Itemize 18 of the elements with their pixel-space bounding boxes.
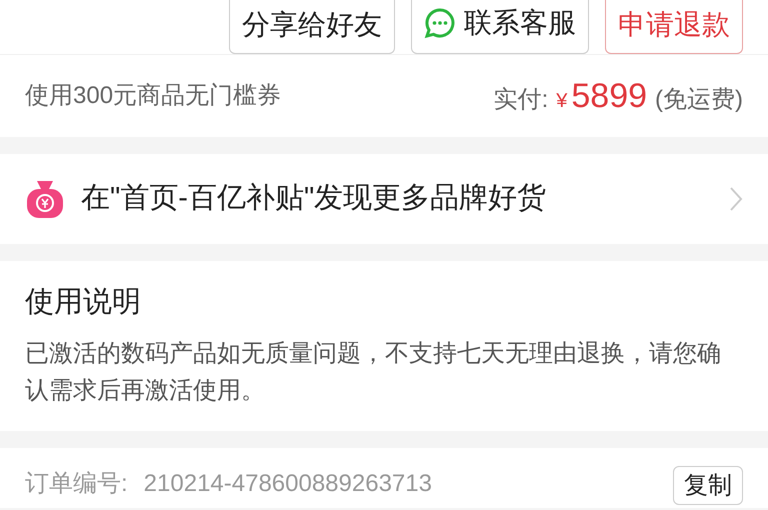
copy-button[interactable]: 复制: [673, 466, 743, 506]
customer-service-button[interactable]: 联系客服: [411, 0, 589, 54]
coupon-text: 使用300元商品无门槛券: [25, 81, 282, 111]
money-bag-icon: [25, 179, 65, 219]
promo-banner[interactable]: 在"首页-百亿补贴"发现更多品牌好货: [0, 154, 768, 244]
refund-button[interactable]: 申请退款: [605, 0, 743, 54]
order-number: 210214-478600889263713: [144, 468, 432, 499]
promo-text: 在"首页-百亿补贴"发现更多品牌好货: [81, 181, 548, 216]
currency-symbol: ¥: [556, 88, 568, 114]
share-button[interactable]: 分享给好友: [229, 0, 395, 54]
section-title: 使用说明: [25, 285, 142, 320]
paid-label: 实付:: [494, 84, 548, 114]
chat-bubble-icon: [424, 7, 456, 39]
paid-amount: 5899: [571, 76, 648, 116]
instructions-text: 已激活的数码产品如无质量问题，不支持七天无理由退换，请您确认需求后再激活使用。: [25, 338, 722, 406]
shipping-note: (免运费): [655, 84, 743, 114]
chevron-right-icon: [729, 186, 743, 212]
order-label: 订单编号:: [25, 468, 128, 499]
